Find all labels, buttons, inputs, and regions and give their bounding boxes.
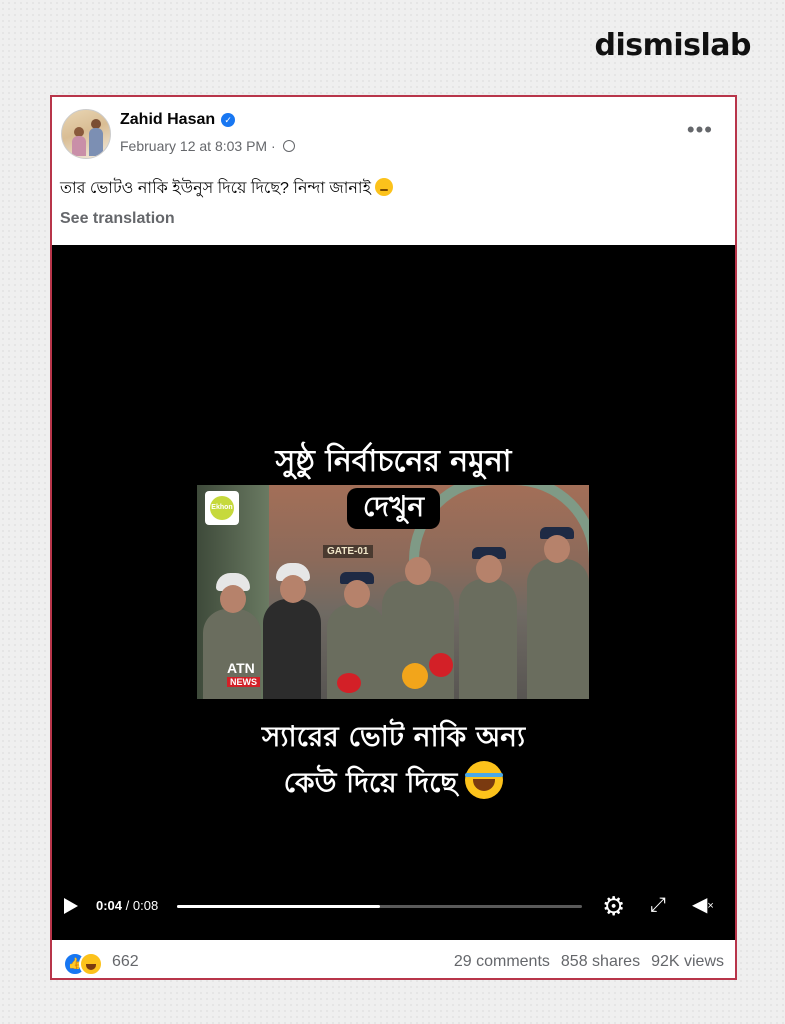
post-stats: 29 comments 858 shares 92K views — [443, 953, 724, 971]
seek-bar-progress — [177, 905, 380, 908]
author-name-row: Zahid Hasan ✓ — [120, 111, 236, 129]
play-icon[interactable] — [64, 898, 78, 914]
video-subtitle-line-2: কেউ দিয়ে দিছে — [52, 761, 735, 808]
comments-count[interactable]: 29 comments — [454, 953, 550, 970]
expand-icon[interactable]: ⤢ — [650, 894, 666, 916]
more-options-icon[interactable]: ••• — [687, 117, 713, 143]
flushed-face-emoji-icon — [374, 178, 393, 196]
video-player[interactable]: সুষ্ঠু নির্বাচনের নমুনা দেখুন GATE-01 Ek… — [52, 245, 735, 940]
dismislab-logo: dismislab — [594, 28, 751, 63]
globe-icon — [282, 140, 295, 152]
video-title-line-2: দেখুন — [52, 485, 735, 532]
caption-text: তার ভোটও নাকি ইউনুস দিয়ে দিছে? নিন্দা জ… — [60, 180, 371, 197]
video-title-line-1: সুষ্ঠু নির্বাচনের নমুনা — [275, 444, 512, 479]
video-subtitle-line-2-text: কেউ দিয়ে দিছে — [283, 766, 458, 799]
video-subtitle-line-1: স্যারের ভোট নাকি অন্য — [261, 720, 526, 753]
verified-badge-icon: ✓ — [221, 113, 236, 127]
author-name[interactable]: Zahid Hasan — [120, 111, 215, 128]
video-title-line-2-text: দেখুন — [346, 488, 441, 529]
current-time: 0:04 — [96, 898, 123, 913]
atn-news-logo: ATN NEWS — [227, 659, 260, 687]
post-meta: February 12 at 8:03 PM · — [120, 138, 295, 154]
meta-separator: · — [267, 138, 280, 154]
tears-of-joy-emoji-icon — [465, 761, 504, 799]
shares-count[interactable]: 858 shares — [561, 953, 640, 970]
facebook-post-card: Zahid Hasan ✓ February 12 at 8:03 PM · ••… — [50, 95, 737, 980]
mute-icon[interactable]: ◀× — [692, 894, 714, 917]
reaction-count[interactable]: 662 — [112, 953, 139, 971]
gear-icon[interactable]: ⚙ — [602, 893, 625, 919]
post-footer: 👍 662 29 comments 858 shares 92K views — [52, 946, 735, 978]
seek-bar[interactable] — [177, 905, 582, 908]
gate-sign: GATE-01 — [323, 545, 373, 558]
author-avatar[interactable] — [61, 109, 111, 159]
see-translation-link[interactable]: See translation — [60, 210, 175, 228]
haha-reaction-icon — [79, 952, 103, 976]
total-time: / 0:08 — [122, 898, 159, 913]
video-time: 0:04 / 0:08 — [96, 898, 158, 913]
video-controls: 0:04 / 0:08 ⚙ ⤢ ◀× — [52, 880, 735, 940]
post-caption: তার ভোটও নাকি ইউনুস দিয়ে দিছে? নিন্দা জ… — [60, 175, 393, 202]
post-timestamp[interactable]: February 12 at 8:03 PM — [120, 138, 267, 154]
views-count: 92K views — [651, 953, 724, 970]
